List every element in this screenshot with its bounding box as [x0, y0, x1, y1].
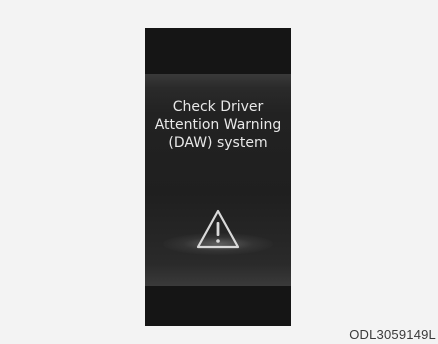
cluster-display-panel: Check Driver Attention Warning (DAW) sys… [145, 28, 291, 326]
message-line-3: (DAW) system [168, 135, 268, 151]
display-top-band [145, 28, 291, 74]
figure-reference-code: ODL3059149L [349, 327, 436, 342]
warning-message: Check Driver Attention Warning (DAW) sys… [145, 98, 291, 152]
display-bottom-band [145, 286, 291, 326]
message-line-1: Check Driver [172, 99, 264, 115]
warning-triangle-icon [196, 209, 240, 249]
message-line-2: Attention Warning [154, 117, 282, 133]
